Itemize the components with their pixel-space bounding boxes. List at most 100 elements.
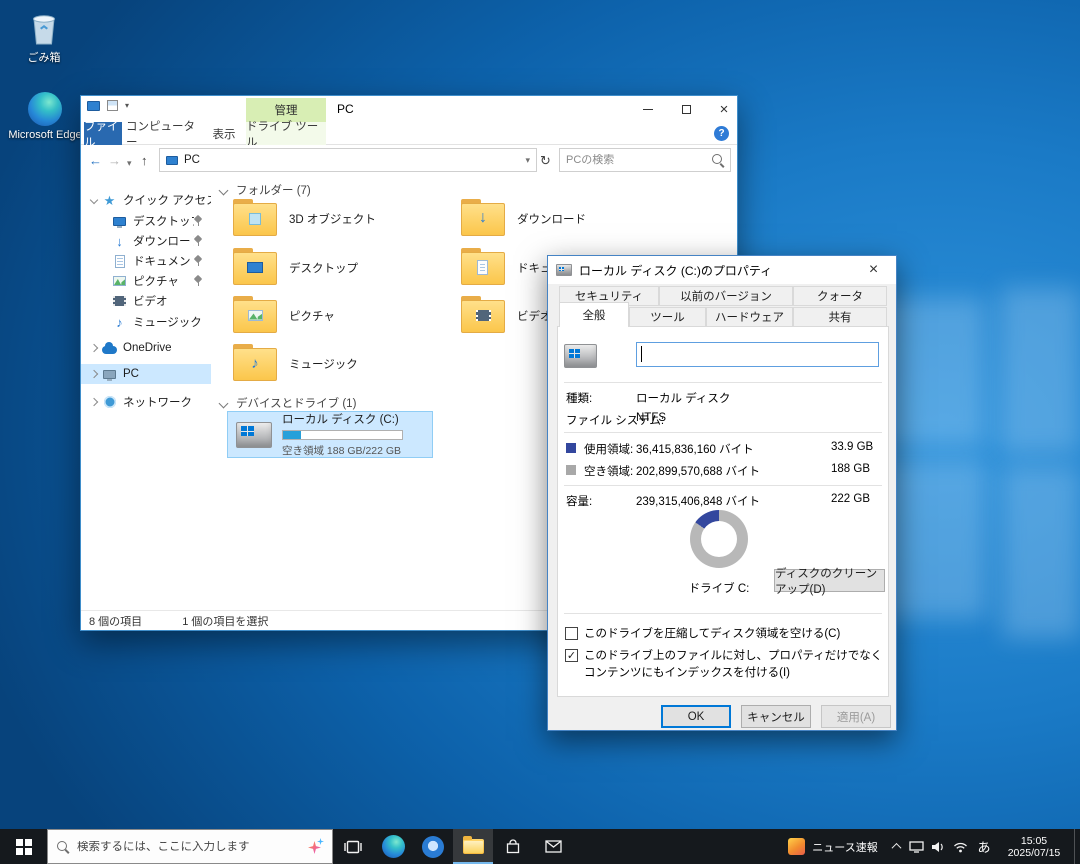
sidebar-item-network[interactable]: ネットワーク bbox=[81, 392, 211, 412]
ime-indicator[interactable]: あ bbox=[971, 829, 997, 864]
tab-sharing[interactable]: 共有 bbox=[793, 307, 887, 327]
up-icon[interactable]: ↑ bbox=[141, 153, 148, 168]
sidebar-item-music[interactable]: ♪ ミュージック bbox=[81, 312, 211, 332]
capacity-size: 222 GB bbox=[831, 493, 870, 505]
group-header-devices[interactable]: デバイスとドライブ (1) bbox=[220, 395, 356, 411]
tab-view[interactable]: 表示 bbox=[204, 122, 244, 145]
tab-quota[interactable]: クォータ bbox=[793, 286, 887, 306]
dialog-titlebar: ローカル ディスク (C:)のプロパティ × bbox=[548, 256, 896, 284]
chevron-right-icon[interactable] bbox=[90, 370, 98, 378]
apply-button[interactable]: 適用(A) bbox=[821, 705, 891, 728]
sidebar-item-videos[interactable]: ビデオ bbox=[81, 291, 211, 311]
volume-label-input[interactable] bbox=[636, 342, 879, 367]
desktop-icon-label: ごみ箱 bbox=[6, 49, 82, 65]
taskbar-edge[interactable] bbox=[373, 829, 413, 864]
file-explorer-icon bbox=[463, 839, 484, 854]
document-icon bbox=[111, 253, 128, 269]
tray-speaker-icon[interactable] bbox=[927, 829, 949, 864]
news-widget[interactable]: ニュース速報 bbox=[779, 829, 887, 864]
chevron-down-icon[interactable] bbox=[90, 196, 98, 204]
chevron-down-icon[interactable] bbox=[219, 185, 229, 195]
copilot-sparkle-icon[interactable] bbox=[308, 839, 323, 854]
film-icon bbox=[111, 293, 128, 309]
taskbar-mail[interactable] bbox=[533, 829, 573, 864]
sidebar-item-pictures[interactable]: ピクチャ bbox=[81, 271, 211, 291]
address-box[interactable]: PC ▾ bbox=[159, 148, 537, 172]
history-chevron-icon[interactable]: ▾ bbox=[127, 156, 132, 171]
show-desktop-button[interactable] bbox=[1074, 829, 1080, 864]
tab-drive-tools[interactable]: ドライブ ツール bbox=[246, 122, 326, 145]
hidden-icons-button[interactable] bbox=[887, 829, 905, 864]
chevron-right-icon[interactable] bbox=[90, 344, 98, 352]
tab-file[interactable]: ファイル bbox=[84, 122, 122, 145]
tab-computer[interactable]: コンピューター bbox=[126, 122, 202, 145]
weather-news-icon bbox=[788, 838, 805, 855]
sidebar-item-pc[interactable]: PC bbox=[81, 364, 211, 384]
compress-checkbox[interactable] bbox=[565, 627, 578, 640]
tab-hardware[interactable]: ハードウェア bbox=[706, 307, 793, 327]
address-dropdown-icon[interactable]: ▾ bbox=[525, 155, 530, 166]
start-button[interactable] bbox=[0, 829, 47, 864]
drive-c-tile[interactable]: ローカル ディスク (C:) 空き領域 188 GB/222 GB bbox=[227, 411, 433, 458]
recycle-bin-shortcut[interactable]: ごみ箱 bbox=[6, 8, 82, 65]
folder-icon bbox=[233, 203, 277, 236]
dialog-close-button[interactable]: × bbox=[851, 256, 896, 283]
forward-icon[interactable]: → bbox=[108, 153, 121, 168]
minimize-icon bbox=[643, 109, 653, 110]
index-checkbox[interactable] bbox=[565, 649, 578, 662]
taskbar-store[interactable] bbox=[493, 829, 533, 864]
qat-properties-icon[interactable] bbox=[107, 100, 118, 111]
ok-button[interactable]: OK bbox=[661, 705, 731, 728]
disk-cleanup-button[interactable]: ディスクのクリーンアップ(D) bbox=[774, 569, 885, 592]
close-button[interactable]: × bbox=[705, 96, 743, 122]
quick-access-toolbar: ▾ bbox=[87, 100, 129, 111]
explorer-search-input[interactable] bbox=[566, 154, 712, 166]
tab-tools[interactable]: ツール bbox=[629, 307, 706, 327]
edge-shortcut[interactable]: Microsoft Edge bbox=[5, 88, 85, 141]
chevron-right-icon[interactable] bbox=[90, 398, 98, 406]
taskbar-search[interactable] bbox=[47, 829, 333, 864]
taskbar-search-input[interactable] bbox=[77, 841, 300, 853]
cancel-button[interactable]: キャンセル bbox=[741, 705, 811, 728]
explorer-search-box[interactable] bbox=[559, 148, 731, 172]
text-caret bbox=[641, 346, 642, 362]
folder-item-3d-objects[interactable]: 3D オブジェクト bbox=[227, 197, 442, 241]
tab-previous-versions[interactable]: 以前のバージョン bbox=[659, 286, 793, 306]
folder-icon bbox=[233, 300, 277, 333]
task-view-button[interactable] bbox=[333, 829, 373, 864]
taskbar-explorer[interactable] bbox=[453, 829, 493, 864]
close-icon: × bbox=[720, 102, 729, 117]
task-view-icon bbox=[344, 840, 362, 854]
refresh-icon[interactable]: ↻ bbox=[540, 153, 551, 168]
qat-customize-chevron-icon[interactable]: ▾ bbox=[125, 101, 129, 110]
back-icon[interactable]: ← bbox=[89, 153, 102, 168]
group-header-folders[interactable]: フォルダー (7) bbox=[220, 182, 311, 198]
folder-item-pictures[interactable]: ピクチャ bbox=[227, 294, 442, 338]
maximize-button[interactable] bbox=[667, 96, 705, 122]
address-bar: ← → ▾ ↑ PC ▾ ↻ bbox=[81, 145, 737, 176]
tray-network-icon[interactable] bbox=[949, 829, 971, 864]
monitor-icon bbox=[247, 262, 263, 273]
sidebar-item-documents[interactable]: ドキュメント bbox=[81, 251, 211, 271]
help-icon[interactable]: ? bbox=[714, 126, 729, 141]
chevron-down-icon[interactable] bbox=[219, 398, 229, 408]
taskbar-browser[interactable] bbox=[413, 829, 453, 864]
folder-item-downloads[interactable]: ↓ ダウンロード bbox=[455, 197, 670, 241]
hard-drive-icon bbox=[564, 344, 597, 368]
network-icon bbox=[101, 394, 118, 410]
sidebar-item-onedrive[interactable]: OneDrive bbox=[81, 338, 211, 358]
folder-item-music[interactable]: ♪ ミュージック bbox=[227, 342, 442, 386]
tray-display-icon[interactable] bbox=[905, 829, 927, 864]
sidebar-item-quick-access[interactable]: ★ クイック アクセス bbox=[81, 190, 211, 210]
taskbar-clock[interactable]: 15:05 2025/07/15 bbox=[997, 829, 1071, 864]
browser-icon bbox=[422, 836, 444, 858]
tab-general[interactable]: 全般 bbox=[559, 302, 629, 327]
minimize-button[interactable] bbox=[629, 96, 667, 122]
download-arrow-icon: ↓ bbox=[111, 233, 128, 249]
window-pc-icon[interactable] bbox=[87, 101, 100, 111]
folder-item-desktop[interactable]: デスクトップ bbox=[227, 246, 442, 290]
sidebar-item-downloads[interactable]: ↓ ダウンロード bbox=[81, 231, 211, 251]
sidebar-item-desktop[interactable]: デスクトップ bbox=[81, 211, 211, 231]
used-size: 33.9 GB bbox=[831, 441, 873, 453]
used-space-swatch bbox=[566, 443, 576, 453]
